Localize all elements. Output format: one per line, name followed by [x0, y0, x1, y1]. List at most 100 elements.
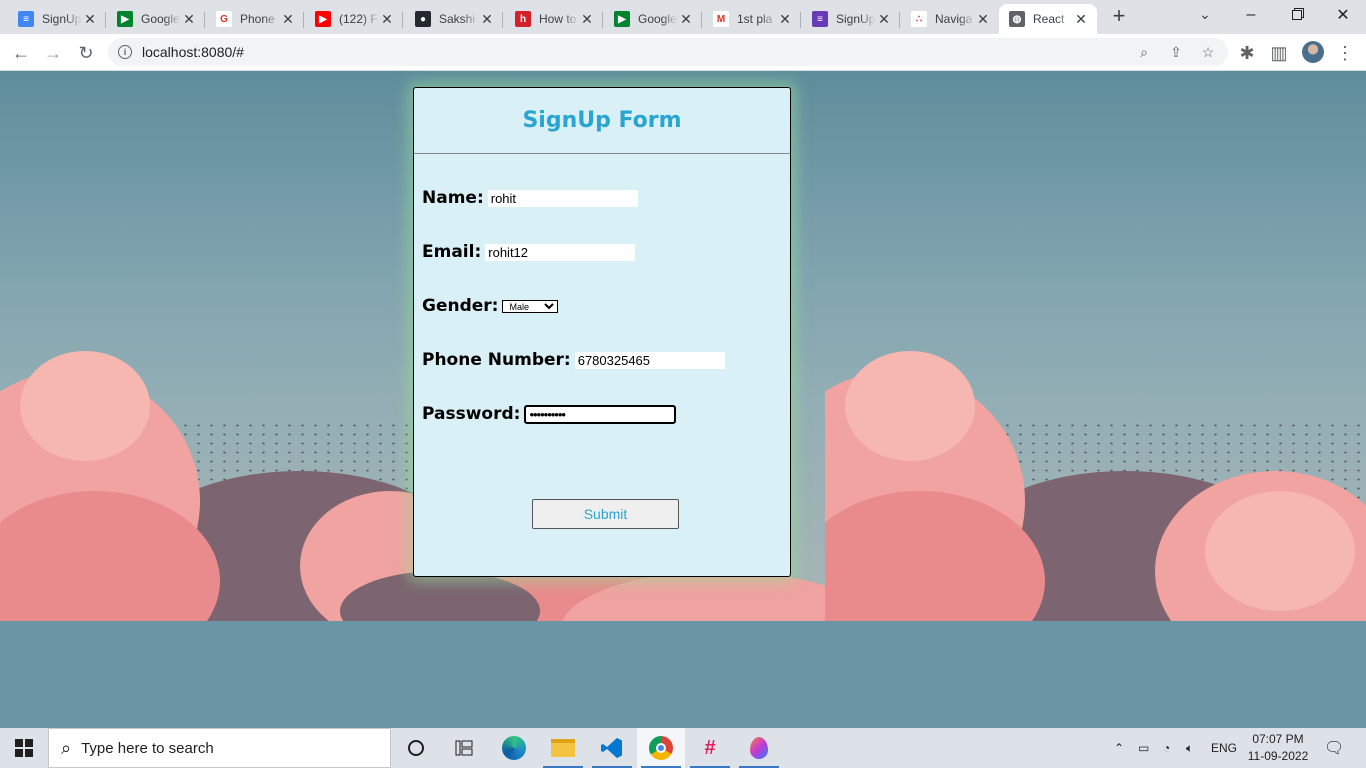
tab-strip: ≡ SignUp ✕ ▶ Google ✕ G Phone ✕ ▶ (122) F ✕ ● Sakshi ✕…	[0, 0, 1366, 34]
slack-icon[interactable]: #	[686, 728, 734, 768]
tab-close-icon[interactable]: ✕	[479, 11, 495, 28]
start-button[interactable]	[0, 728, 48, 768]
site-info-icon[interactable]: i	[118, 45, 132, 59]
globe-icon: ◍	[1009, 11, 1025, 27]
tab-title: Google	[638, 12, 677, 26]
form-divider	[414, 153, 790, 154]
tab-close-icon[interactable]: ✕	[975, 11, 991, 28]
tab-title: SignUp	[42, 12, 82, 26]
background-image-right	[825, 71, 1366, 621]
chrome-icon[interactable]	[637, 728, 685, 768]
zoom-icon[interactable]: ⌕	[1136, 44, 1152, 60]
restore-button[interactable]	[1274, 0, 1320, 30]
battery-icon[interactable]: ▭	[1138, 728, 1149, 768]
browser-tab[interactable]: ▶ Google ✕	[604, 4, 702, 34]
clock[interactable]: 07:07 PM 11-09-2022	[1240, 731, 1316, 765]
task-view-icon[interactable]	[440, 728, 488, 768]
reload-icon[interactable]: ↻	[75, 42, 97, 64]
tab-title: Phone	[240, 12, 275, 26]
browser-tab[interactable]: ≡ SignUp ✕	[8, 4, 106, 34]
tab-title: SignUp	[836, 12, 876, 26]
browser-tab[interactable]: ∴ Naviga ✕	[901, 4, 999, 34]
tab-title: React	[1033, 12, 1065, 26]
new-tab-button[interactable]: +	[1108, 5, 1130, 28]
vscode-icon[interactable]	[588, 728, 636, 768]
side-panel-icon[interactable]: ▥	[1268, 42, 1290, 64]
google-docs-icon: ≡	[18, 11, 34, 27]
back-arrow-icon[interactable]: ←	[10, 42, 32, 64]
tab-search-button[interactable]: ⌄	[1196, 6, 1214, 24]
gmail-icon: M	[713, 11, 729, 27]
extensions-icon[interactable]: ✱	[1236, 42, 1258, 64]
tab-close-icon[interactable]: ✕	[379, 11, 395, 28]
taskbar: ⌕ Type here to search # ⌃ ▭ ◔ 🔈︎ ENG 07:…	[0, 728, 1366, 768]
share-icon[interactable]: ⇪	[1168, 44, 1184, 60]
browser-tab[interactable]: ● Sakshi ✕	[405, 4, 503, 34]
volume-icon[interactable]: 🔈︎	[1186, 728, 1193, 768]
google-meet-icon: ▶	[614, 11, 630, 27]
browser-tab[interactable]: h How to ✕	[505, 4, 603, 34]
tab-close-icon[interactable]: ✕	[678, 11, 694, 28]
minimize-button[interactable]: –	[1228, 0, 1274, 30]
gender-row: Gender: Male	[422, 296, 559, 316]
google-g-icon: G	[216, 11, 232, 27]
tab-close-icon[interactable]: ✕	[876, 11, 892, 28]
hlo-icon: h	[515, 11, 531, 27]
signup-form: SignUp Form Name: Email: Gender: Male Ph…	[413, 87, 791, 577]
password-input[interactable]	[524, 404, 677, 424]
tab-close-icon[interactable]: ✕	[82, 11, 98, 28]
search-icon: ⌕	[61, 737, 72, 758]
phone-label: Phone Number:	[422, 350, 571, 370]
browser-tab[interactable]: ◍ React ✕	[999, 4, 1097, 34]
wifi-icon[interactable]: ◔	[1163, 728, 1170, 768]
tab-title: Sakshi	[439, 12, 476, 26]
address-bar[interactable]: i localhost:8080/# ⌕ ⇪ ☆	[108, 38, 1228, 66]
tab-title: 1st pla	[737, 12, 773, 26]
gender-label: Gender:	[422, 296, 499, 316]
browser-tab[interactable]: ≡ SignUp ✕	[802, 4, 900, 34]
browser-tab[interactable]: ▶ (122) F ✕	[305, 4, 403, 34]
browser-tab[interactable]: G Phone ✕	[206, 4, 304, 34]
submit-button[interactable]: Submit	[532, 499, 679, 529]
windows-logo-icon	[15, 739, 33, 757]
close-window-button[interactable]: ✕	[1320, 0, 1366, 30]
menu-kebab-icon[interactable]: ⋮	[1334, 42, 1356, 64]
name-row: Name:	[422, 188, 638, 208]
tab-close-icon[interactable]: ✕	[579, 11, 595, 28]
tab-title: (122) F	[339, 12, 378, 26]
bookmark-star-icon[interactable]: ☆	[1200, 44, 1216, 60]
phone-input[interactable]	[574, 351, 725, 369]
phone-row: Phone Number:	[422, 350, 725, 370]
url-text: localhost:8080/#	[142, 44, 244, 60]
paint-3d-icon[interactable]	[735, 728, 783, 768]
google-forms-icon: ≡	[812, 11, 828, 27]
password-label: Password:	[422, 404, 521, 424]
tab-close-icon[interactable]: ✕	[181, 11, 197, 28]
search-placeholder: Type here to search	[81, 739, 214, 757]
show-hidden-icons-button[interactable]: ⌃	[1114, 728, 1124, 768]
tab-close-icon[interactable]: ✕	[1073, 11, 1089, 28]
taskbar-search[interactable]: ⌕ Type here to search	[48, 728, 391, 768]
email-row: Email:	[422, 242, 636, 262]
google-meet-icon: ▶	[117, 11, 133, 27]
gender-select[interactable]: Male	[502, 299, 559, 313]
react-router-icon: ∴	[911, 11, 927, 27]
name-input[interactable]	[487, 189, 638, 207]
tab-close-icon[interactable]: ✕	[280, 11, 296, 28]
notifications-icon[interactable]: 🗨︎	[1324, 728, 1344, 768]
browser-tab[interactable]: M 1st pla ✕	[703, 4, 801, 34]
email-label: Email:	[422, 242, 482, 262]
forward-arrow-icon[interactable]: →	[42, 42, 64, 64]
tab-title: Naviga	[935, 12, 973, 26]
tab-close-icon[interactable]: ✕	[777, 11, 793, 28]
form-title: SignUp Form	[522, 108, 682, 133]
browser-tab[interactable]: ▶ Google ✕	[107, 4, 205, 34]
clock-date: 11-09-2022	[1247, 749, 1309, 763]
clock-time: 07:07 PM	[1252, 732, 1304, 746]
cortana-icon[interactable]	[392, 728, 440, 768]
file-explorer-icon[interactable]	[539, 728, 587, 768]
profile-avatar[interactable]	[1302, 41, 1324, 63]
email-input[interactable]	[485, 243, 636, 261]
language-indicator[interactable]: ENG	[1211, 728, 1237, 768]
edge-icon[interactable]	[490, 728, 538, 768]
